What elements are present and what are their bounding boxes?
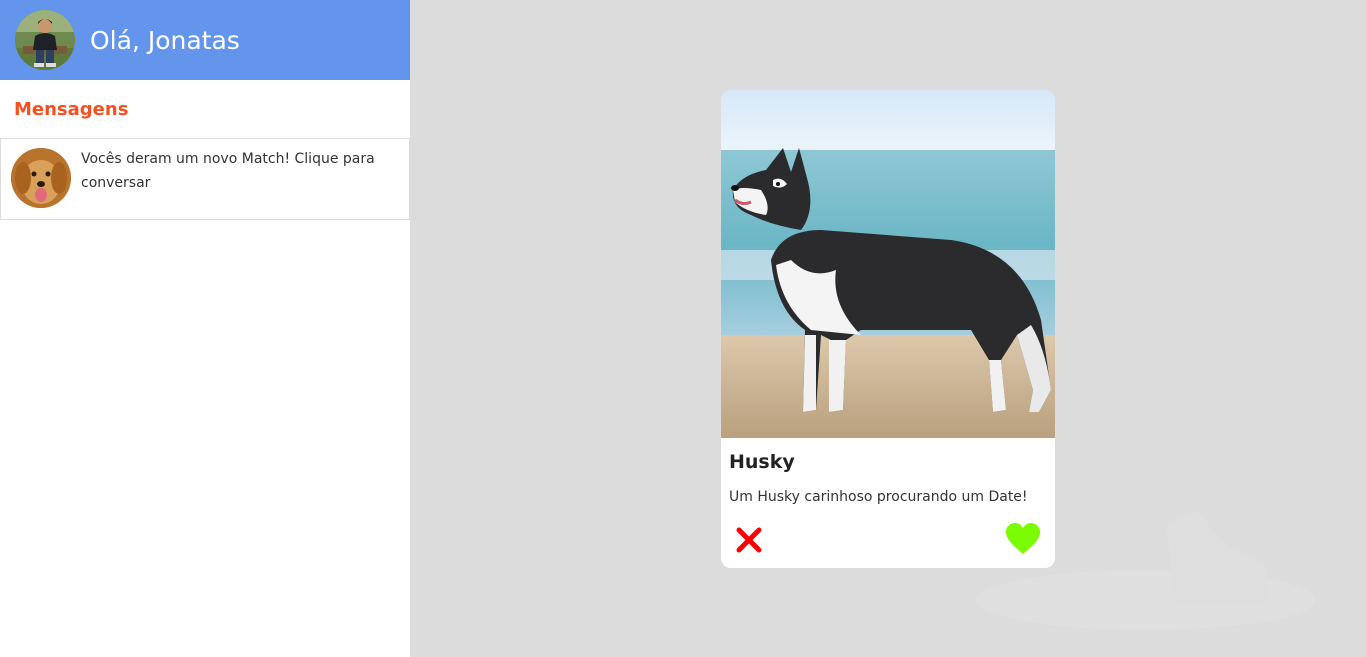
card-description: Um Husky carinhoso procurando um Date! — [729, 489, 1028, 505]
main-area: Husky Um Husky carinhoso procurando um D… — [410, 0, 1366, 657]
card-name: Husky — [729, 451, 795, 473]
sidebar-header: Olá, Jonatas — [0, 0, 410, 80]
messages-list: Vocês deram um novo Match! Clique para c… — [0, 138, 410, 220]
husky-photo-icon — [721, 90, 1055, 438]
message-text: Vocês deram um novo Match! Clique para c… — [81, 151, 375, 191]
messages-title: Mensagens — [14, 99, 129, 120]
app-root: Olá, Jonatas Mensagens Vocês deram um no… — [0, 0, 1366, 657]
profile-card[interactable]: Husky Um Husky carinhoso procurando um D… — [721, 90, 1055, 568]
message-item[interactable]: Vocês deram um novo Match! Clique para c… — [0, 138, 410, 220]
match-avatar — [11, 148, 71, 208]
heart-icon[interactable] — [1005, 522, 1041, 556]
user-avatar-photo-icon — [15, 10, 75, 70]
card-actions — [721, 520, 1055, 556]
sidebar: Olá, Jonatas Mensagens Vocês deram um no… — [0, 0, 410, 657]
user-avatar[interactable] — [15, 10, 75, 70]
close-x-icon[interactable] — [735, 526, 763, 554]
greeting-title: Olá, Jonatas — [90, 25, 240, 55]
golden-retriever-avatar-icon — [11, 148, 71, 208]
